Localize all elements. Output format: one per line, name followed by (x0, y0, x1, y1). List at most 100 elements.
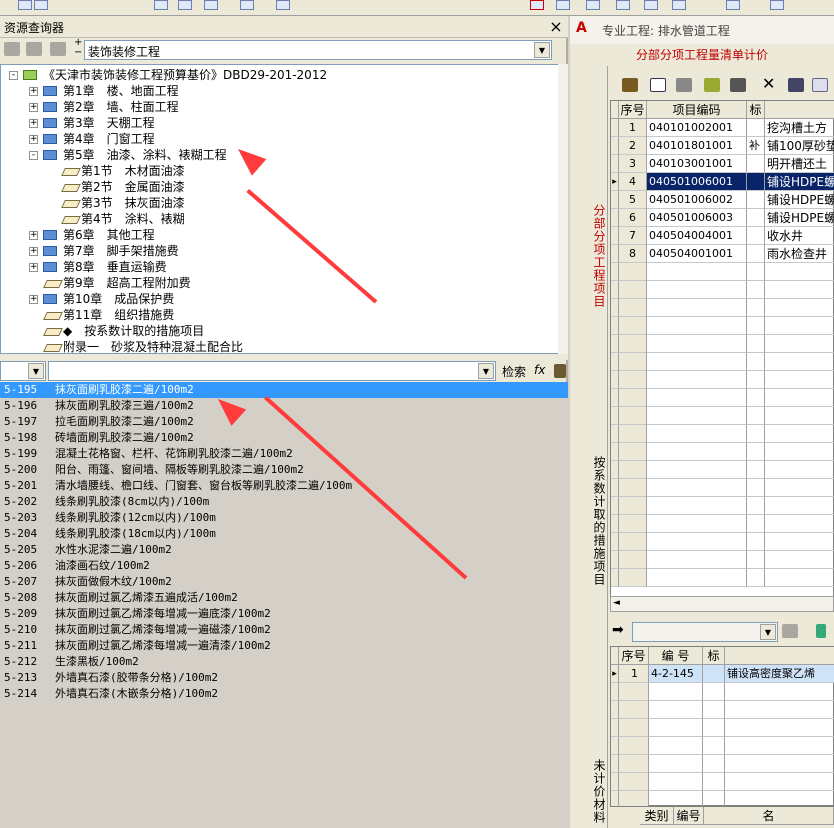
row-number[interactable] (619, 443, 647, 461)
list-item[interactable]: 5-207 抹灰面做假木纹/100m2 (0, 574, 568, 590)
item-name[interactable] (765, 515, 834, 533)
item-code[interactable] (647, 299, 747, 317)
item-code[interactable] (649, 737, 703, 755)
search-input[interactable]: ▼ (48, 361, 496, 381)
item-name[interactable]: 铺设HDPE螺纹管 (765, 209, 834, 227)
book-icon[interactable] (622, 78, 638, 92)
item-name[interactable] (725, 719, 834, 737)
close-icon[interactable]: ✕ (762, 74, 775, 93)
row-indicator[interactable] (611, 497, 619, 515)
row-indicator[interactable] (611, 461, 619, 479)
toolbar-icon[interactable] (586, 0, 600, 10)
items-grid[interactable]: 序号 项目编码标 1 040101002001 挖沟槽土方 2 040101801001 补铺… (610, 100, 834, 598)
item-code[interactable]: 040501006002 (647, 191, 747, 209)
flag-cell[interactable] (747, 299, 765, 317)
item-code[interactable] (647, 479, 747, 497)
flag-cell[interactable] (747, 569, 765, 587)
flag-cell[interactable] (747, 209, 765, 227)
toolbar-icon[interactable] (276, 0, 290, 10)
row-indicator[interactable] (611, 515, 619, 533)
item-name[interactable]: 雨水检查井 (765, 245, 834, 263)
expand-icon[interactable]: + (29, 87, 38, 96)
row-number[interactable] (619, 425, 647, 443)
item-code[interactable] (647, 569, 747, 587)
row-indicator[interactable] (611, 719, 619, 737)
list-item[interactable]: 5-205 水性水泥漆二遍/100m2 (0, 542, 568, 558)
row-indicator[interactable]: ▸ (611, 173, 619, 191)
item-code[interactable] (649, 701, 703, 719)
row-indicator[interactable] (611, 335, 619, 353)
item-code[interactable] (649, 719, 703, 737)
flag-cell[interactable] (747, 317, 765, 335)
tree-node[interactable]: 第2节 金属面油漆 (81, 179, 185, 195)
tab-coefficient-items[interactable]: 按系数计取的措施项目 (578, 446, 608, 596)
item-code[interactable]: 040501006003 (647, 209, 747, 227)
toolbar-icon[interactable] (556, 0, 570, 10)
item-name[interactable] (765, 281, 834, 299)
chevron-down-icon[interactable]: ▼ (534, 42, 550, 58)
book-icon[interactable] (554, 364, 566, 378)
tree-node[interactable]: 第7章 脚手架措施费 (63, 243, 179, 259)
item-name[interactable] (765, 551, 834, 569)
row-number[interactable]: 7 (619, 227, 647, 245)
toolbar-icon[interactable] (204, 0, 218, 10)
row-indicator[interactable] (611, 425, 619, 443)
row-number[interactable] (619, 719, 649, 737)
chevron-down-icon[interactable]: ▼ (760, 624, 776, 640)
toolbar-icon[interactable] (18, 0, 32, 10)
flag-cell[interactable] (747, 191, 765, 209)
row-number[interactable]: 4 (619, 173, 647, 191)
filter-icon[interactable] (782, 624, 798, 638)
item-code[interactable] (647, 263, 747, 281)
toolbar-icon[interactable] (34, 0, 48, 10)
flag-cell[interactable] (747, 461, 765, 479)
row-indicator[interactable] (611, 683, 619, 701)
row-number[interactable] (619, 299, 647, 317)
tree-node[interactable]: 《天津市装饰装修工程预算基价》DBD29-201-2012 (43, 67, 327, 83)
arrow-right-icon[interactable]: ➡ (612, 622, 624, 638)
filter-combo[interactable]: ▼ (0, 361, 46, 381)
flag-cell[interactable] (747, 245, 765, 263)
collapse-icon[interactable]: - (9, 71, 18, 80)
list-item[interactable]: 5-203 线条刷乳胶漆(12cm以内)/100m (0, 510, 568, 526)
item-name[interactable] (765, 425, 834, 443)
item-code[interactable] (647, 389, 747, 407)
item-code[interactable] (647, 551, 747, 569)
item-name[interactable] (765, 461, 834, 479)
item-name[interactable]: 铺设高密度聚乙烯 (725, 665, 834, 683)
row-indicator[interactable] (611, 263, 619, 281)
row-number[interactable] (619, 755, 649, 773)
row-number[interactable] (619, 737, 649, 755)
users-icon[interactable] (50, 42, 66, 56)
indent-icon[interactable] (676, 78, 692, 92)
row-number[interactable]: 5 (619, 191, 647, 209)
row-number[interactable] (619, 569, 647, 587)
item-code[interactable]: 040504001001 (647, 245, 747, 263)
item-name[interactable] (765, 569, 834, 587)
item-code[interactable] (647, 461, 747, 479)
flag-cell[interactable] (703, 701, 725, 719)
toolbar-icon[interactable] (726, 0, 740, 10)
list-item[interactable]: 5-200 阳台、雨篷、窗间墙、隔板等刷乳胶漆二遍/100m2 (0, 462, 568, 478)
grid-hscrollbar[interactable]: ◄ (610, 596, 834, 612)
toolbar-icon[interactable] (672, 0, 686, 10)
flag-cell[interactable] (747, 389, 765, 407)
tree-node[interactable]: 第10章 成品保护费 (63, 291, 174, 307)
row-indicator[interactable] (611, 191, 619, 209)
row-number[interactable] (619, 551, 647, 569)
flag-cell[interactable] (747, 479, 765, 497)
item-name[interactable] (725, 755, 834, 773)
list-item[interactable]: 5-206 油漆画石纹/100m2 (0, 558, 568, 574)
row-number[interactable]: 2 (619, 137, 647, 155)
sub-combo[interactable]: ▼ (632, 622, 778, 642)
item-name[interactable] (765, 479, 834, 497)
item-name[interactable] (765, 335, 834, 353)
row-indicator[interactable] (611, 137, 619, 155)
item-code[interactable] (647, 317, 747, 335)
row-indicator[interactable] (611, 227, 619, 245)
row-number[interactable] (619, 317, 647, 335)
flag-cell[interactable] (747, 515, 765, 533)
row-number[interactable]: 3 (619, 155, 647, 173)
row-indicator[interactable] (611, 569, 619, 587)
flag-cell[interactable] (747, 335, 765, 353)
